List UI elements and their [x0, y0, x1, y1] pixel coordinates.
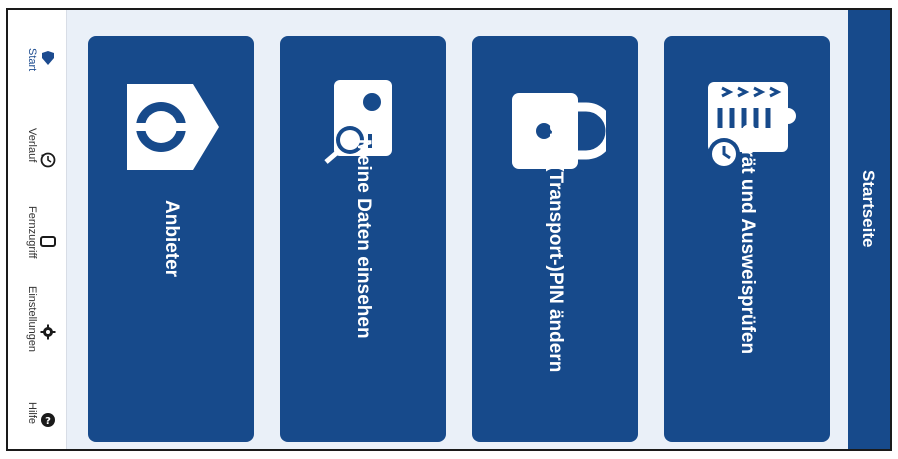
history-icon — [38, 150, 58, 170]
nav-label-einstellungen: Einstellungen — [26, 286, 38, 353]
tile-label-geraet-pruefen: Gerät und Ausweis prüfen — [737, 123, 758, 355]
svg-text:?: ? — [45, 416, 51, 427]
tile-label-pin-aendern: Meine (Transport-) PIN ändern — [545, 105, 566, 373]
tile-geraet-pruefen[interactable]: Gerät und Ausweis prüfen — [664, 36, 830, 442]
nav-item-fernzugriff[interactable]: Fernzugriff — [8, 206, 66, 276]
phone-icon — [38, 231, 58, 251]
nav-item-hilfe[interactable]: ? Hilfe — [8, 402, 66, 442]
nav-item-start[interactable]: Start — [8, 48, 66, 100]
app-window: Start Verlauf Fernzugriff Einstellungen … — [6, 8, 892, 451]
nav-label-hilfe: Hilfe — [26, 402, 38, 425]
nav-label-verlauf: Verlauf — [26, 128, 38, 163]
tile-label-anbieter: Anbieter — [161, 200, 182, 278]
help-icon: ? — [38, 410, 58, 430]
side-navigation: Start Verlauf Fernzugriff Einstellungen … — [8, 10, 67, 449]
nav-item-einstellungen[interactable]: Einstellungen — [8, 286, 66, 376]
tile-anbieter[interactable]: Anbieter — [88, 36, 254, 442]
nav-item-verlauf[interactable]: Verlauf — [8, 128, 66, 188]
gear-icon — [38, 322, 58, 342]
nav-label-fernzugriff: Fernzugriff — [26, 206, 38, 259]
home-arrow-icon — [38, 48, 58, 68]
tile-meine-daten[interactable]: Meine Daten einsehen — [280, 36, 446, 442]
tile-label-meine-daten: Meine Daten einsehen — [353, 139, 374, 339]
nav-label-start: Start — [26, 48, 38, 72]
page-title: Startseite — [859, 170, 878, 248]
app-header: Startseite — [848, 10, 890, 449]
tile-pin-aendern[interactable]: Meine (Transport-) PIN ändern — [472, 36, 638, 442]
